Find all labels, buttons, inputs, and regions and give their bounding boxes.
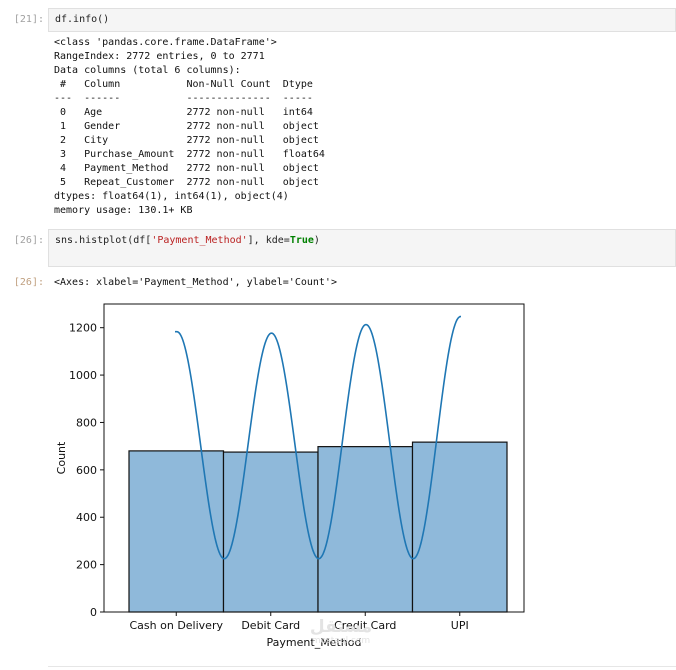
y-axis-label: Count	[55, 441, 68, 474]
y-tick-label: 400	[76, 511, 97, 524]
info-output-line: dtypes: float64(1), int64(1), object(4)	[54, 191, 289, 202]
x-tick-label: Cash on Delivery	[130, 619, 224, 632]
cell-21-code-input[interactable]: df.info()	[48, 8, 676, 32]
code-bool-token: True	[289, 235, 314, 246]
axes-repr-output: <Axes: xlabel='Payment_Method', ylabel='…	[54, 277, 337, 288]
cell-26-code-input[interactable]: sns.histplot(df['Payment_Method'], kde=T…	[48, 229, 676, 267]
x-tick-label: Debit Card	[241, 619, 300, 632]
y-tick-label: 800	[76, 416, 97, 429]
x-tick-label: Credit Card	[334, 619, 396, 632]
info-output-line: --- ------ -------------- -----	[54, 93, 325, 104]
code-token: sns.histplot(df[	[55, 235, 152, 246]
histogram-svg: 0 200 400 600 800 1000 1200 Cash on Delivery Deb…	[55, 303, 525, 649]
info-output-line: RangeIndex: 2772 entries, 0 to 2771	[54, 51, 265, 62]
y-tick-label: 0	[90, 606, 97, 619]
histogram-bar	[317, 446, 414, 613]
y-tick-label: 1000	[69, 369, 97, 382]
y-tick-label: 600	[76, 464, 97, 477]
cell-26-in-prompt: [26]:	[13, 235, 44, 246]
histogram-bar	[411, 441, 508, 613]
x-axis-label: Payment_Method	[267, 636, 362, 649]
code-token: ], kde=	[247, 235, 290, 246]
cell-21-in-prompt: [21]:	[13, 14, 44, 25]
histogram-chart: 0 200 400 600 800 1000 1200 Cash on Delivery Deb…	[48, 294, 548, 654]
code-token: )	[313, 235, 320, 246]
info-output-line: Data columns (total 6 columns):	[54, 65, 241, 76]
info-output-line: 1 Gender 2772 non-null object	[54, 121, 325, 132]
info-output-line: 5 Repeat_Customer 2772 non-null object	[54, 177, 325, 188]
code-token: ()	[97, 14, 110, 25]
info-output-line: # Column Non-Null Count Dtype	[54, 79, 325, 90]
info-output: <class 'pandas.core.frame.DataFrame'> Ran…	[54, 36, 325, 218]
cell-separator	[48, 666, 676, 667]
cell-26-out-prompt: [26]:	[13, 277, 44, 288]
x-tick-label: UPI	[451, 619, 469, 632]
histogram-bar	[128, 450, 225, 613]
info-output-line: 3 Purchase_Amount 2772 non-null float64	[54, 149, 325, 160]
info-output-line: 0 Age 2772 non-null int64	[54, 107, 325, 118]
y-tick-label: 1200	[69, 322, 97, 335]
info-output-line: memory usage: 130.1+ KB	[54, 205, 193, 216]
histogram-bar	[222, 451, 319, 613]
info-output-line: 2 City 2772 non-null object	[54, 135, 325, 146]
info-output-line: 4 Payment_Method 2772 non-null object	[54, 163, 325, 174]
code-string-token: 'Payment_Method'	[151, 235, 248, 246]
info-output-line: <class 'pandas.core.frame.DataFrame'>	[54, 37, 277, 48]
y-tick-label: 200	[76, 559, 97, 572]
code-token: df.info	[55, 14, 98, 25]
